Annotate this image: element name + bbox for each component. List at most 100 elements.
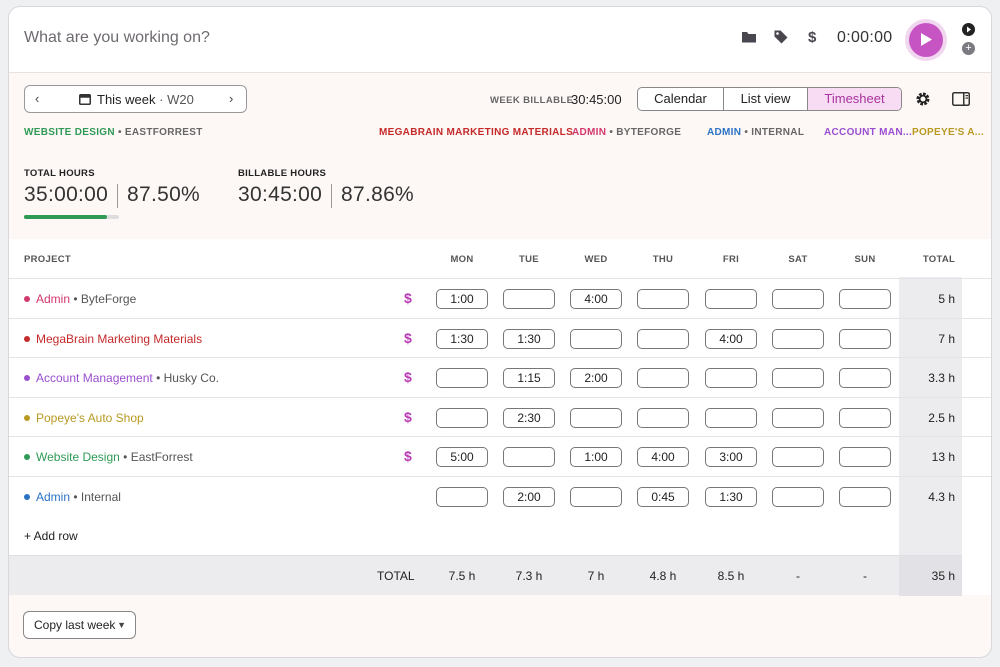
billable-dollar-icon[interactable]: $ (404, 369, 412, 385)
time-entry-input[interactable]: 2:00 (503, 487, 555, 507)
play-icon (921, 33, 932, 46)
time-entry-input[interactable]: 5:00 (436, 447, 488, 468)
time-entry-input[interactable]: 2:30 (503, 407, 555, 428)
time-entry-input[interactable] (839, 328, 891, 349)
gear-icon[interactable] (915, 91, 931, 110)
week-billable-value: 30:45:00 (571, 92, 622, 107)
project-bar-admin-internal[interactable]: ADMIN • INTERNAL (707, 127, 821, 149)
time-entry-input[interactable] (839, 407, 891, 428)
manual-mode-plus-icon[interactable]: + (962, 42, 975, 55)
time-entry-input[interactable]: 2:00 (570, 368, 622, 389)
time-entry-input[interactable] (772, 447, 824, 468)
calendar-icon (79, 93, 91, 108)
time-entry-input[interactable] (839, 487, 891, 507)
row-total: 5 h (938, 292, 955, 306)
table-row: Website Design • EastForrest $5:00 1:00 4:0… (9, 436, 991, 476)
tag-icon[interactable] (773, 29, 791, 47)
project-color-dot (24, 296, 30, 302)
chevron-down-icon: ▼ (117, 620, 126, 630)
grand-total: 35 h (931, 569, 955, 583)
time-entry-input[interactable]: 1:30 (436, 328, 488, 349)
time-entry-input[interactable] (436, 487, 488, 507)
time-entry-input[interactable] (436, 368, 488, 389)
table-row: Account Management • Husky Co. $1:15 2:00 3… (9, 357, 991, 397)
billable-dollar-icon[interactable]: $ (404, 448, 412, 464)
tab-timesheet[interactable]: Timesheet (808, 88, 901, 110)
day-total: 4.8 h (649, 569, 677, 583)
time-entry-input[interactable] (503, 447, 555, 468)
time-entry-input[interactable] (772, 368, 824, 389)
time-entry-input[interactable] (839, 368, 891, 389)
time-entry-input[interactable]: 1:30 (705, 487, 757, 507)
next-week-chevron-icon[interactable]: › (229, 91, 233, 106)
billable-hours-label: BILLABLE HOURS (238, 168, 327, 179)
sidebar-panel-icon[interactable] (952, 92, 970, 109)
billable-dollar-icon[interactable]: $ (404, 409, 412, 425)
timer-mode-icon[interactable] (962, 23, 975, 36)
project-bar-popeyes[interactable]: POPEYE'S A... (912, 127, 984, 149)
billable-hours-value: 30:45:00 (238, 183, 323, 206)
billable-dollar-icon[interactable]: $ (404, 290, 412, 306)
time-entry-input[interactable]: 1:00 (436, 289, 488, 309)
project-name[interactable]: Popeye's Auto Shop (24, 411, 144, 425)
project-name[interactable]: Website Design • EastForrest (24, 450, 193, 464)
time-entry-input[interactable] (705, 289, 757, 309)
time-entry-input[interactable]: 4:00 (705, 328, 757, 349)
project-bar-account-management[interactable]: ACCOUNT MAN... (824, 127, 912, 149)
task-description-input[interactable]: What are you working on? (24, 29, 210, 47)
time-entry-input[interactable]: 3:00 (705, 447, 757, 468)
dollar-icon[interactable]: $ (808, 29, 826, 47)
project-name[interactable]: Admin • ByteForge (24, 292, 136, 306)
time-entry-input[interactable] (637, 289, 689, 309)
total-hours-progress (24, 215, 119, 219)
time-entry-input[interactable] (570, 407, 622, 428)
day-total: - (863, 569, 867, 583)
column-header-fri: FRI (722, 254, 740, 265)
time-entry-input[interactable] (637, 368, 689, 389)
folder-icon[interactable] (741, 29, 759, 47)
stat-divider (117, 184, 118, 208)
project-bar-website-design[interactable]: WEBSITE DESIGN • EASTFORREST (24, 127, 378, 149)
billable-dollar-icon[interactable]: $ (404, 330, 412, 346)
row-total: 7 h (938, 331, 955, 346)
column-header-total: TOTAL (922, 254, 956, 265)
project-name[interactable]: Account Management • Husky Co. (24, 371, 219, 385)
table-row: Admin • ByteForge $1:00 4:00 5 h (9, 278, 991, 318)
time-entry-input[interactable] (637, 328, 689, 349)
project-name[interactable]: MegaBrain Marketing Materials (24, 332, 202, 346)
time-entry-input[interactable] (772, 487, 824, 507)
week-label: This week · W20 (97, 92, 194, 107)
time-entry-input[interactable]: 4:00 (637, 447, 689, 468)
time-entry-input[interactable] (772, 289, 824, 309)
time-entry-input[interactable]: 1:15 (503, 368, 555, 389)
time-entry-input[interactable] (839, 289, 891, 309)
time-entry-input[interactable] (705, 407, 757, 428)
start-timer-button[interactable] (909, 23, 943, 57)
time-entry-input[interactable]: 0:45 (637, 487, 689, 507)
time-entry-input[interactable] (436, 407, 488, 428)
add-row-button[interactable]: + Add row (24, 529, 78, 543)
time-entry-input[interactable] (772, 328, 824, 349)
project-color-dot (24, 414, 30, 421)
project-bar-megabrain[interactable]: MEGABRAIN MARKETING MATERIALS (379, 127, 573, 149)
prev-week-chevron-icon[interactable]: ‹ (35, 91, 39, 106)
time-entry-input[interactable]: 1:30 (503, 328, 555, 349)
time-entry-input[interactable] (637, 407, 689, 428)
totals-label: TOTAL (377, 569, 415, 583)
time-entry-input[interactable] (839, 447, 891, 468)
project-name[interactable]: Admin • Internal (24, 490, 121, 504)
time-entry-input[interactable]: 1:00 (570, 447, 622, 468)
time-entry-input[interactable] (503, 289, 555, 309)
row-total: 2.5 h (928, 410, 955, 425)
copy-last-week-button[interactable]: Copy last week ▼ (23, 611, 136, 639)
tab-calendar[interactable]: Calendar (638, 88, 724, 110)
week-selector[interactable]: ‹ This week · W20 › (24, 85, 247, 113)
time-entry-input[interactable] (570, 487, 622, 507)
time-entry-input[interactable]: 4:00 (570, 289, 622, 309)
project-bar-admin-byteforge[interactable]: ADMIN • BYTEFORGE (572, 127, 706, 149)
time-entry-input[interactable] (772, 407, 824, 428)
time-entry-input[interactable] (570, 328, 622, 349)
tab-list-view[interactable]: List view (724, 88, 808, 110)
time-entry-input[interactable] (705, 368, 757, 389)
view-switcher: Calendar List view Timesheet (637, 87, 902, 111)
